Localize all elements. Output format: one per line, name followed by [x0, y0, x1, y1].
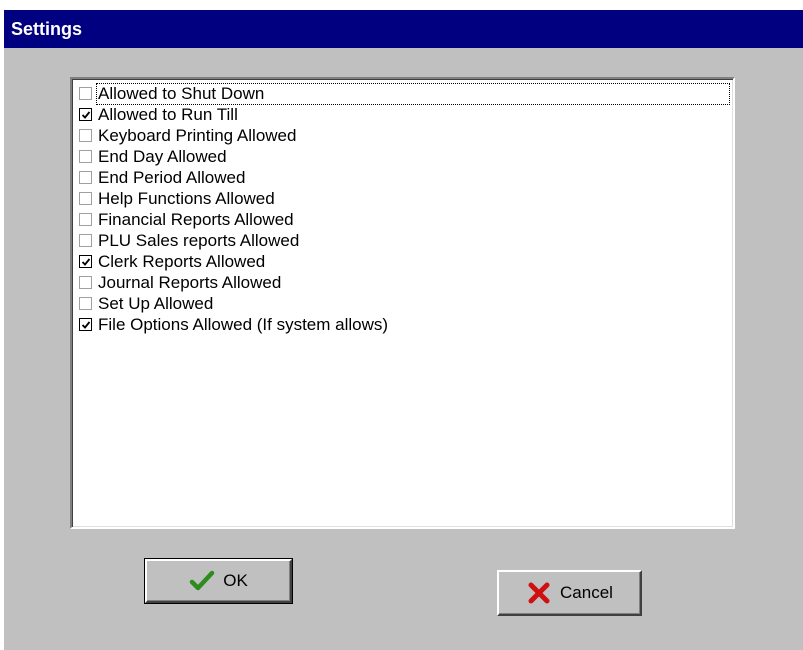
checkbox-unchecked[interactable]: [79, 171, 92, 184]
settings-window: Settings Allowed to Shut Down Allowed to …: [0, 0, 803, 650]
checklist-item[interactable]: Financial Reports Allowed: [78, 209, 729, 230]
checklist-item-label: Allowed to Run Till: [98, 104, 238, 124]
checklist-item[interactable]: Allowed to Shut Down: [78, 82, 730, 105]
checklist-item[interactable]: End Day Allowed: [78, 146, 729, 167]
checklist-item-label: Set Up Allowed: [98, 293, 214, 313]
cancel-button-label: Cancel: [560, 583, 613, 602]
checklist-item[interactable]: Keyboard Printing Allowed: [78, 125, 729, 146]
checklist-item-label: Journal Reports Allowed: [98, 272, 282, 292]
checkmark-icon: [189, 570, 215, 591]
check-icon: [81, 258, 91, 266]
checklist-item-label: Financial Reports Allowed: [98, 209, 294, 229]
checklist-item[interactable]: Journal Reports Allowed: [78, 272, 729, 293]
checkbox-unchecked[interactable]: [79, 234, 92, 247]
checklist-item-label: Help Functions Allowed: [98, 188, 275, 208]
checklist-item-label: Clerk Reports Allowed: [98, 251, 266, 271]
checklist-item-label: End Period Allowed: [98, 167, 246, 187]
checklist-item[interactable]: Allowed to Run Till: [78, 104, 729, 125]
checkbox-unchecked[interactable]: [79, 129, 92, 142]
ok-button[interactable]: OK: [144, 558, 293, 604]
checkbox-unchecked[interactable]: [79, 276, 92, 289]
cancel-x-icon: [528, 582, 550, 604]
checkbox-unchecked[interactable]: [79, 87, 92, 100]
title-bar[interactable]: Settings: [4, 10, 803, 48]
checklist-item[interactable]: Set Up Allowed: [78, 293, 729, 314]
checkbox-checked[interactable]: [79, 318, 92, 331]
window-top-edge: [0, 0, 803, 10]
checklist-item-label: PLU Sales reports Allowed: [98, 230, 300, 250]
checklist-item[interactable]: File Options Allowed (If system allows): [78, 314, 729, 335]
check-icon: [81, 321, 91, 329]
checkbox-checked[interactable]: [79, 108, 92, 121]
checklist-item[interactable]: Clerk Reports Allowed: [78, 251, 729, 272]
window-title: Settings: [11, 19, 83, 39]
ok-button-label: OK: [223, 571, 248, 590]
checkbox-unchecked[interactable]: [79, 297, 92, 310]
cancel-button[interactable]: Cancel: [497, 570, 642, 616]
checkbox-unchecked[interactable]: [79, 213, 92, 226]
checklist-item-label: Keyboard Printing Allowed: [98, 125, 297, 145]
checklist-item-label: Allowed to Shut Down: [96, 82, 730, 105]
window-left-edge: [0, 0, 4, 650]
checkbox-unchecked[interactable]: [79, 150, 92, 163]
checklist-item-label: End Day Allowed: [98, 146, 227, 166]
permissions-list: Allowed to Shut Down Allowed to Run Till K…: [78, 82, 730, 335]
checkbox-checked[interactable]: [79, 255, 92, 268]
check-icon: [81, 111, 91, 119]
checklist-item[interactable]: Help Functions Allowed: [78, 188, 729, 209]
permissions-checklist[interactable]: Allowed to Shut Down Allowed to Run Till K…: [70, 77, 735, 529]
checklist-item[interactable]: PLU Sales reports Allowed: [78, 230, 729, 251]
checklist-item[interactable]: End Period Allowed: [78, 167, 729, 188]
checkbox-unchecked[interactable]: [79, 192, 92, 205]
checklist-item-label: File Options Allowed (If system allows): [98, 314, 389, 334]
